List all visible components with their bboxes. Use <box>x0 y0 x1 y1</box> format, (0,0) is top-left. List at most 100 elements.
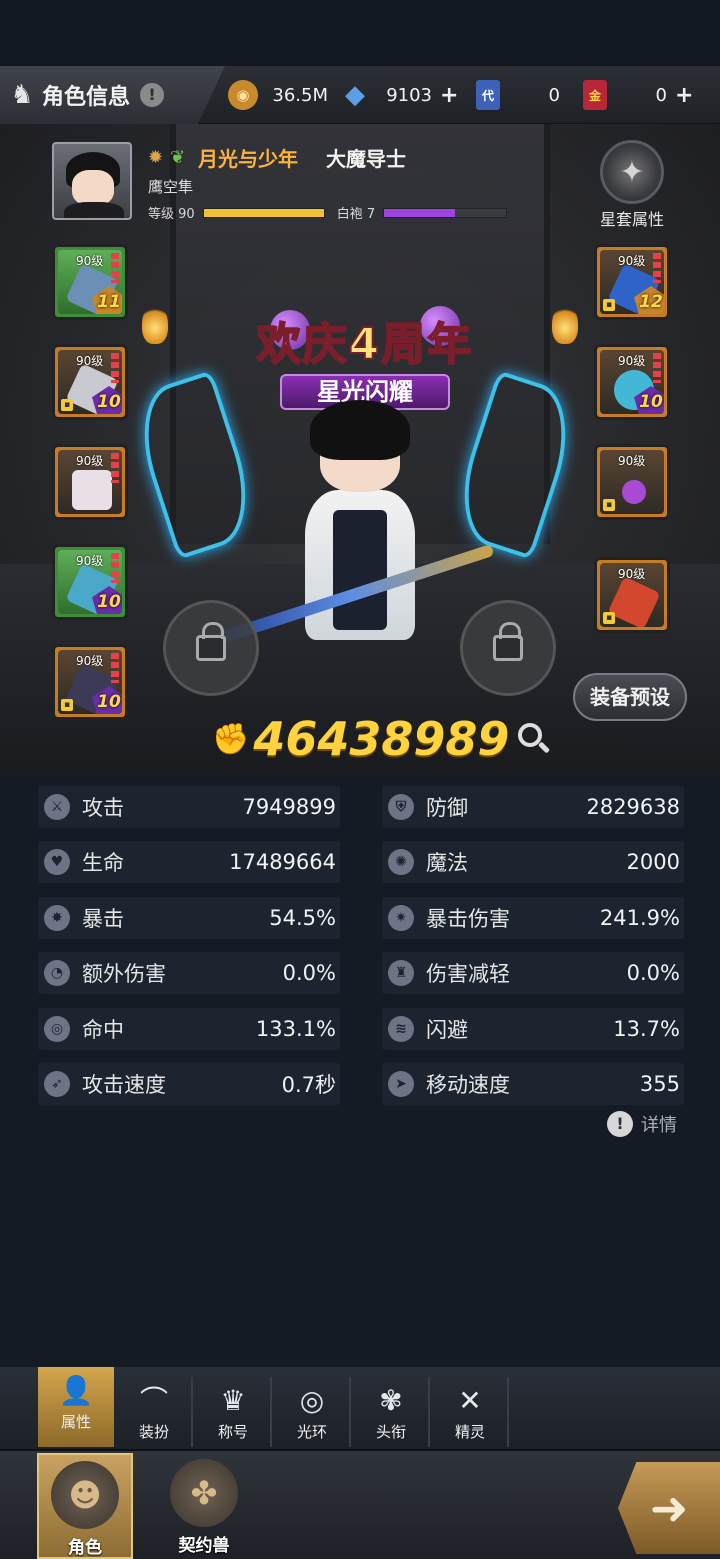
search-icon[interactable] <box>518 723 551 755</box>
stat-damage-reduction: ♜ 伤害减轻 0.0% <box>382 952 684 994</box>
sprout-icon: ❦ <box>170 147 186 168</box>
lock-icon: ▪ <box>603 612 615 624</box>
class-name: 大魔导士 <box>326 147 406 171</box>
star-set-label: 星套属性 <box>599 210 664 229</box>
equip-slot-accessory[interactable]: 90级 ▪ <box>594 557 670 633</box>
lock-icon: ▪ <box>61 699 73 711</box>
equip-slot-cloak[interactable]: 90级 ▪ 10 <box>52 644 128 720</box>
equip-slot-armor[interactable]: 90级 ▪ 12 <box>594 244 670 320</box>
player-avatar[interactable] <box>52 142 132 220</box>
tab-rank[interactable]: ✾ 头衔 <box>354 1377 430 1447</box>
add-diamond-button[interactable]: + <box>440 83 458 108</box>
level-label: 等级 90 <box>148 207 195 222</box>
muscle-icon: ♞ <box>10 80 34 110</box>
star-set-button[interactable]: ✦ 星套属性 <box>592 140 672 230</box>
equip-slot-necklace[interactable]: 90级 ▪ <box>594 444 670 520</box>
locked-slot-right[interactable] <box>460 600 556 696</box>
stat-hp: ♥ 生命 17489664 <box>38 841 340 883</box>
equipment-preset-button[interactable]: 装备预设 <box>573 673 687 721</box>
level-row: 等级 90 白袍 7 <box>148 203 508 222</box>
diamond-icon: ◆ <box>345 80 365 110</box>
torch-left <box>142 304 168 344</box>
person-icon: 👤 <box>58 1374 94 1407</box>
equip-slot-wing[interactable]: 90级 ▪ 10 <box>52 344 128 420</box>
guild-name: 月光与少年 <box>198 147 298 171</box>
gold-ticket-value: 0 <box>655 84 667 106</box>
nav-character[interactable]: ☻ 角色 <box>37 1453 133 1559</box>
torch-right <box>552 304 578 344</box>
damage-reduction-icon: ♜ <box>388 960 414 986</box>
lock-icon <box>196 622 226 661</box>
top-bar: ♞ 角色信息 ! ◉ 36.5M ◆ 9103 + 代 0 金 0 + <box>0 66 720 124</box>
page-title: 角色信息 <box>42 85 131 110</box>
stats-panel: ⚔ 攻击 7949899 ⛨ 防御 2829638 ♥ 生命 17489664 ✺ 魔法 200… <box>0 774 720 1367</box>
equip-slot-pants[interactable]: 90级 <box>52 444 128 520</box>
tab-spirit[interactable]: ✕ 精灵 <box>433 1377 509 1447</box>
lock-icon: ▪ <box>603 499 615 511</box>
equip-slot-weapon[interactable]: 90级 11 <box>52 244 128 320</box>
extra-damage-icon: ◔ <box>44 960 70 986</box>
move-speed-icon: ➤ <box>388 1071 414 1097</box>
locked-slot-left[interactable] <box>163 600 259 696</box>
stat-attack: ⚔ 攻击 7949899 <box>38 786 340 828</box>
magic-icon: ✺ <box>388 849 414 875</box>
lock-icon <box>493 622 523 661</box>
tab-aura[interactable]: ◎ 光环 <box>275 1377 351 1447</box>
player-name: 鹰空隼 <box>148 178 194 196</box>
stat-extra-damage: ◔ 额外伤害 0.0% <box>38 952 340 994</box>
anniversary-banner: 欢庆4周年 星光闪耀 <box>240 280 490 420</box>
tab-attributes[interactable]: 👤 属性 <box>38 1367 114 1447</box>
tab-title[interactable]: ♛ 称号 <box>196 1377 272 1447</box>
next-arrow-button[interactable]: ➜ <box>618 1462 720 1554</box>
sub-tab-bar: 👤 属性 ⌒ 装扮 ♛ 称号 ◎ 光环 ✾ 头衔 ✕ 精灵 <box>0 1367 720 1449</box>
help-icon[interactable]: ! <box>140 83 165 107</box>
equip-slot-shoes[interactable]: 90级 10 <box>52 544 128 620</box>
stat-crit: ✸ 暴击 54.5% <box>38 897 340 939</box>
lock-icon: ▪ <box>603 299 615 311</box>
guild-badge-icon: ✹ <box>148 146 164 168</box>
attack-speed-icon: ➶ <box>44 1071 70 1097</box>
shield-icon: ⛨ <box>388 794 414 820</box>
hanger-icon: ⌒ <box>139 1384 168 1417</box>
gold-value: 36.5M <box>272 84 328 106</box>
banner-main-text: 欢庆4周年 <box>256 318 474 371</box>
stat-crit-damage: ✷ 暴击伤害 241.9% <box>382 897 684 939</box>
combat-power: ✊ 46438989 <box>212 712 509 766</box>
crit-damage-icon: ✷ <box>388 905 414 931</box>
target-icon: ◎ <box>44 1016 70 1042</box>
stat-attack-speed: ➶ 攻击速度 0.7秒 <box>38 1063 340 1105</box>
stat-hit: ◎ 命中 133.1% <box>38 1008 340 1050</box>
bottom-nav: ☻ 角色 ✤ 契约兽 <box>0 1449 720 1559</box>
currency-ticket-blue: 代 0 <box>476 79 568 111</box>
gold-coin-icon: ◉ <box>228 80 258 110</box>
stat-dodge: ≋ 闪避 13.7% <box>382 1008 684 1050</box>
diamond-value: 9103 <box>386 84 432 106</box>
star-set-icon: ✦ <box>600 140 664 204</box>
currency-gold: ◉ 36.5M <box>228 79 328 111</box>
fairy-wings-icon: ✕ <box>458 1384 482 1417</box>
hero-character <box>255 400 465 690</box>
lock-icon: ▪ <box>61 399 73 411</box>
gold-ticket-icon: 金 <box>583 80 607 110</box>
character-head-icon: ☻ <box>51 1461 119 1529</box>
stat-magic: ✺ 魔法 2000 <box>382 841 684 883</box>
details-link[interactable]: ! 详情 <box>607 1111 677 1137</box>
tab-outfit[interactable]: ⌒ 装扮 <box>117 1377 193 1447</box>
equip-slot-ring[interactable]: 90级 10 <box>594 344 670 420</box>
currency-ticket-gold: 金 0 + <box>583 79 703 111</box>
currency-diamond: ◆ 9103 + <box>340 79 460 111</box>
add-gold-ticket-button[interactable]: + <box>675 83 693 108</box>
heart-icon: ♥ <box>44 849 70 875</box>
crit-icon: ✸ <box>44 905 70 931</box>
info-icon: ! <box>607 1111 633 1137</box>
stat-defense: ⛨ 防御 2829638 <box>382 786 684 828</box>
crown-icon: ♛ <box>220 1384 246 1417</box>
blue-ticket-value: 0 <box>548 84 560 106</box>
emblem-icon: ✾ <box>379 1384 403 1417</box>
nav-contract-beast[interactable]: ✤ 契约兽 <box>156 1453 252 1559</box>
halo-icon: ◎ <box>299 1384 325 1417</box>
details-label: 详情 <box>641 1115 677 1136</box>
blue-ticket-icon: 代 <box>476 80 500 110</box>
dodge-icon: ≋ <box>388 1016 414 1042</box>
combat-power-value: 46438989 <box>253 712 510 766</box>
